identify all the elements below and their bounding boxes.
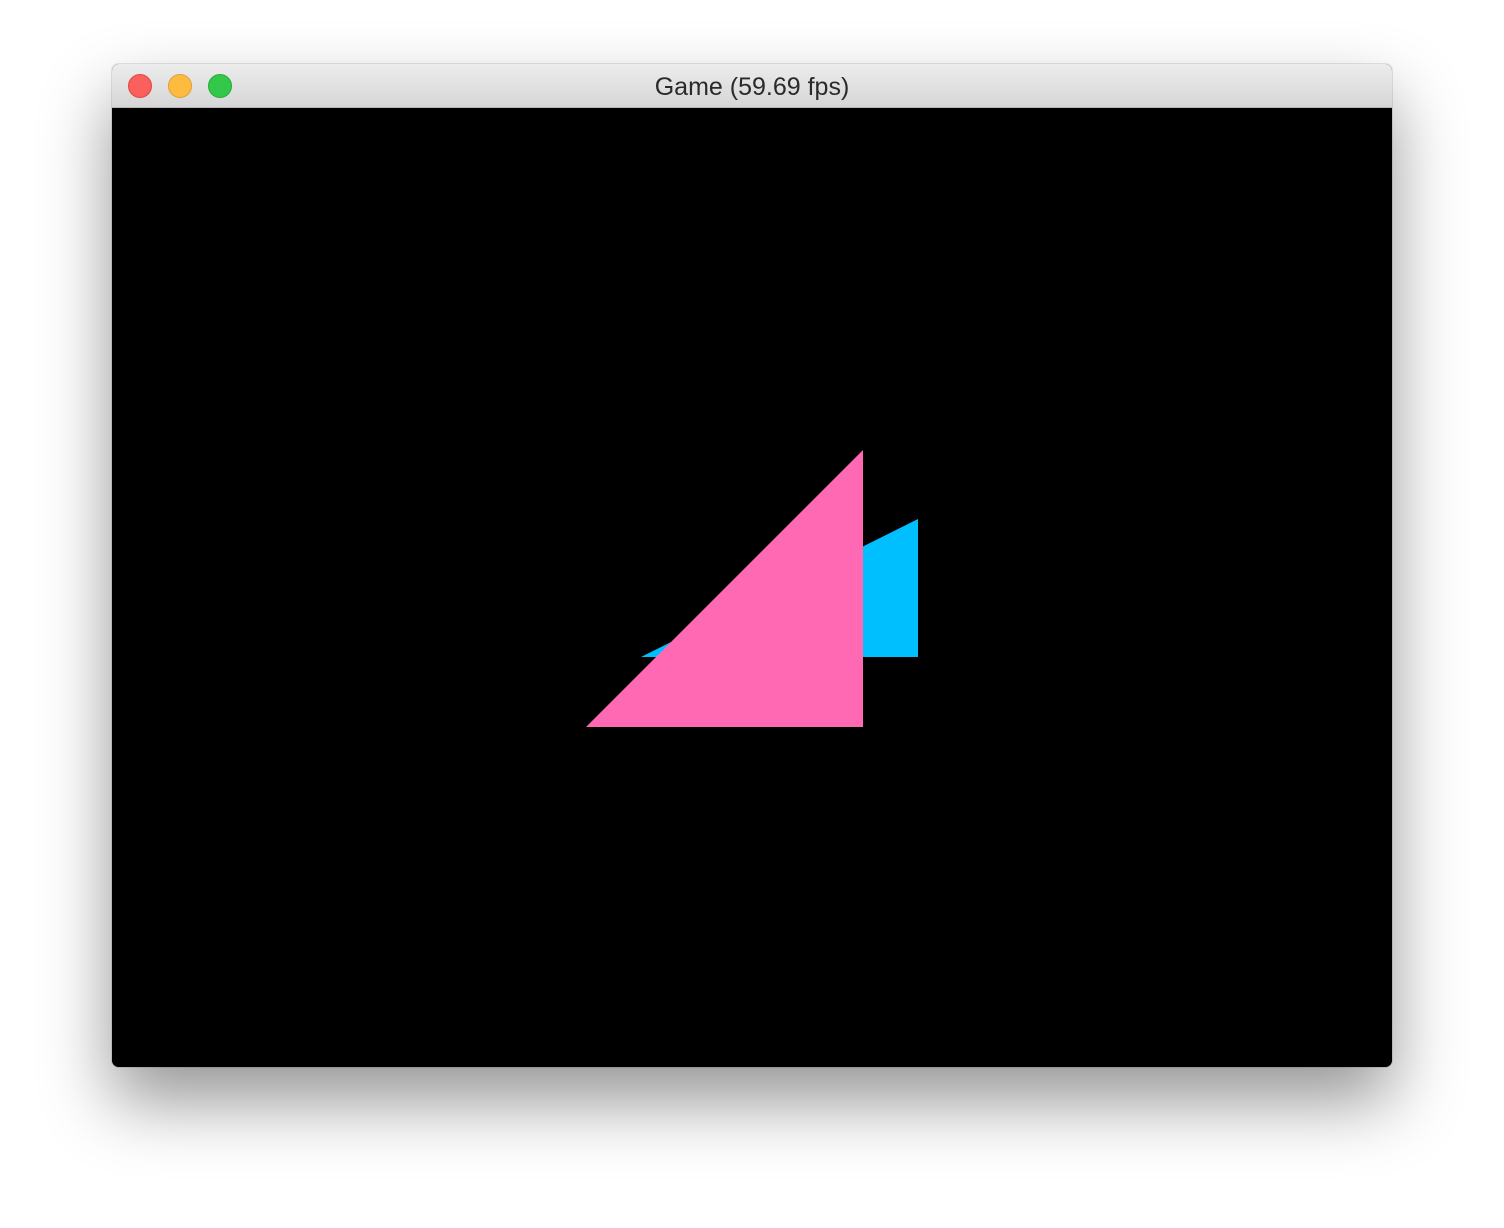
game-canvas[interactable] xyxy=(112,108,1392,1067)
scene xyxy=(112,108,1392,1067)
window-title: Game (59.69 fps) xyxy=(654,73,850,101)
title-bar[interactable]: Game (59.69 fps) xyxy=(112,64,1392,108)
game-window: Game (59.69 fps) xyxy=(112,64,1392,1067)
